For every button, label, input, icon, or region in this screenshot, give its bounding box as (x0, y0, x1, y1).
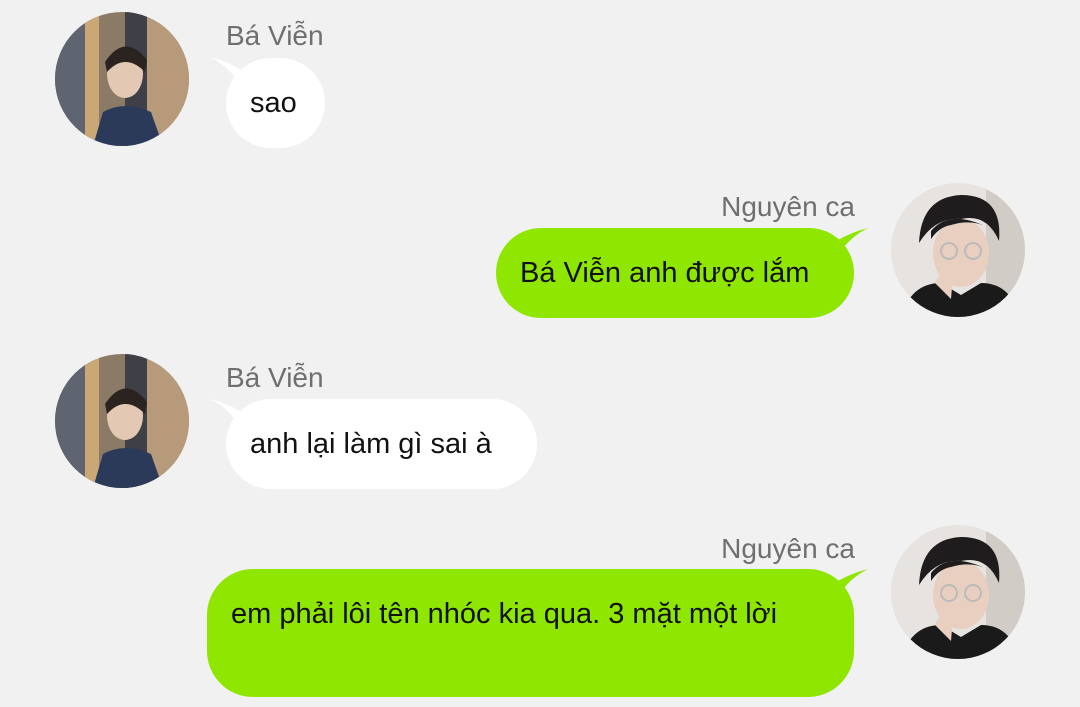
avatar-nguyen-ca[interactable] (891, 525, 1025, 659)
sender-name: Nguyên ca (721, 191, 855, 222)
sender-name: Bá Viễn (226, 20, 324, 51)
message-text: sao (250, 87, 297, 119)
message-text: em phải lôi tên nhóc kia qua. 3 mặt một … (231, 598, 778, 630)
avatar-nguyen-ca[interactable] (891, 183, 1025, 317)
message-bubble[interactable]: em phải lôi tên nhóc kia qua. 3 mặt một … (207, 569, 854, 697)
sender-name: Nguyên ca (721, 533, 855, 564)
message-text: anh lại làm gì sai à (250, 428, 492, 460)
avatar-ba-vien[interactable] (55, 12, 189, 146)
message-bubble[interactable]: Bá Viễn anh được lắm (496, 228, 854, 318)
chat-thread: Bá Viễn sao Nguyên ca Bá Viễn anh được l… (0, 0, 1080, 707)
avatar-ba-vien[interactable] (55, 354, 189, 488)
message-text: Bá Viễn anh được lắm (520, 257, 810, 289)
sender-name: Bá Viễn (226, 362, 324, 393)
message-bubble[interactable]: anh lại làm gì sai à (226, 399, 537, 489)
message-bubble[interactable]: sao (226, 58, 325, 148)
